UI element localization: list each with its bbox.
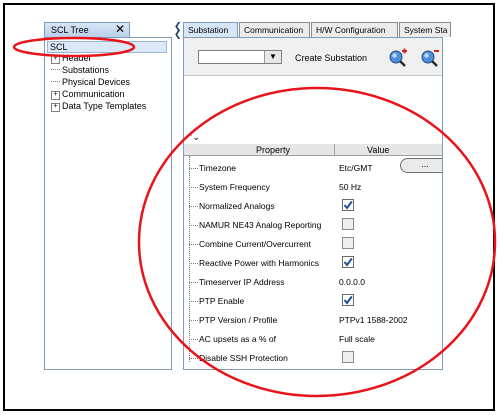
timezone-browse-button[interactable]: ...	[400, 158, 442, 173]
property-name: Reactive Power with Harmonics	[199, 258, 319, 268]
tree-item[interactable]: + Data Type Templates	[51, 101, 146, 112]
panel-collapse-icon[interactable]: ⌃⌄	[186, 132, 200, 143]
property-name: System Frequency	[199, 182, 270, 192]
property-name: Normalized Analogs	[199, 201, 275, 211]
substation-panel: ▼ Create Substation ⌃⌄ Property Value Ti…	[183, 37, 443, 370]
tree-connector	[51, 81, 60, 82]
property-row[interactable]: AC upsets as a % of Full scale	[189, 331, 439, 350]
checkbox-checked[interactable]	[342, 256, 354, 268]
scl-tree-panel: SCL + Header Substations Physical Devices + C…	[44, 37, 172, 370]
tree-item-label: Communication	[62, 89, 125, 99]
header-value: Value	[367, 145, 390, 155]
row-connector	[189, 244, 198, 245]
checkbox-checked[interactable]	[342, 199, 354, 211]
row-connector	[189, 320, 198, 321]
property-name: PTP Version / Profile	[199, 315, 278, 325]
row-connector	[189, 263, 198, 264]
property-name: Timezone	[199, 163, 237, 173]
property-value[interactable]: 50 Hz	[339, 182, 361, 192]
property-row[interactable]: Combine Current/Overcurrent	[189, 236, 439, 255]
property-value[interactable]: 0.0.0.0	[339, 277, 365, 287]
checkmark-icon	[343, 295, 353, 305]
tab-system-status[interactable]: System Sta	[399, 22, 451, 37]
tree-item-label: Substations	[62, 65, 110, 75]
tree-item[interactable]: + Communication	[51, 89, 125, 100]
splitter-collapse-icon[interactable]: ❮ ❮	[174, 22, 182, 52]
checkmark-icon	[343, 200, 353, 210]
tab-substation[interactable]: Substation	[183, 22, 238, 37]
property-row[interactable]: Reactive Power with Harmonics	[189, 255, 439, 274]
header-separator	[334, 144, 335, 155]
property-row[interactable]: Timezone Etc/GMT...	[189, 158, 442, 179]
property-row[interactable]: NAMUR NE43 Analog Reporting	[189, 217, 439, 236]
tab-communication[interactable]: Communication	[239, 22, 310, 37]
checkbox-checked[interactable]	[342, 294, 354, 306]
row-connector	[189, 339, 198, 340]
checkbox-unchecked[interactable]	[342, 218, 354, 230]
zoom-in-icon[interactable]	[388, 47, 408, 67]
tree-root-scl[interactable]: SCL	[47, 41, 167, 53]
property-value[interactable]: Full scale	[339, 334, 375, 344]
row-connector	[189, 168, 198, 169]
property-name: AC upsets as a % of	[199, 334, 277, 344]
property-grid-header: Property Value	[184, 144, 442, 156]
property-name: NAMUR NE43 Analog Reporting	[199, 220, 322, 230]
row-connector	[189, 187, 198, 188]
zoom-out-icon[interactable]	[420, 47, 440, 67]
checkbox-unchecked[interactable]	[342, 237, 354, 249]
header-property: Property	[256, 145, 291, 155]
toolbar: ▼ Create Substation	[184, 38, 442, 76]
row-connector	[189, 358, 198, 359]
property-name: PTP Enable	[199, 296, 245, 306]
property-value[interactable]: PTPv1 1588-2002	[339, 315, 408, 325]
tree-item-label: Physical Devices	[62, 77, 131, 87]
row-connector	[189, 206, 198, 207]
property-row[interactable]: Disable SSH Protection	[189, 350, 439, 369]
property-row[interactable]: PTP Enable	[189, 293, 439, 312]
tree-item-label: Data Type Templates	[62, 101, 147, 111]
tree-item[interactable]: Substations	[51, 65, 109, 76]
row-connector	[189, 225, 198, 226]
property-name: Timeserver IP Address	[199, 277, 285, 287]
tree-item[interactable]: + Header	[51, 53, 92, 64]
tab-scl-tree-label: SCL Tree	[51, 25, 89, 35]
expand-icon[interactable]: +	[51, 91, 60, 100]
checkmark-icon	[343, 257, 353, 267]
row-connector	[189, 282, 198, 283]
tree-item[interactable]: Physical Devices	[51, 77, 130, 88]
property-row[interactable]: PTP Version / Profile PTPv1 1588-2002	[189, 312, 439, 331]
property-row[interactable]: Normalized Analogs	[189, 198, 439, 217]
expand-icon[interactable]: +	[51, 55, 60, 64]
tab-hw-configuration[interactable]: H/W Configuration	[311, 22, 398, 37]
create-substation-button[interactable]: Create Substation	[295, 53, 367, 63]
tab-scl-tree[interactable]: SCL Tree ✕	[44, 22, 130, 37]
substation-combo[interactable]: ▼	[198, 50, 282, 64]
row-connector	[189, 301, 198, 302]
expand-icon[interactable]: +	[51, 103, 60, 112]
checkbox-unchecked[interactable]	[342, 351, 354, 363]
substation-canvas[interactable]	[184, 76, 442, 131]
property-row[interactable]: System Frequency 50 Hz	[189, 179, 439, 198]
tree-item-label: Header	[62, 53, 92, 63]
property-name: Disable SSH Protection	[199, 353, 288, 363]
property-value[interactable]: Etc/GMT	[339, 163, 373, 173]
chevron-down-icon[interactable]: ▼	[264, 51, 281, 63]
tree-connector	[51, 69, 60, 70]
property-name: Combine Current/Overcurrent	[199, 239, 311, 249]
property-row[interactable]: Timeserver IP Address 0.0.0.0	[189, 274, 439, 293]
close-icon[interactable]: ✕	[115, 22, 125, 36]
